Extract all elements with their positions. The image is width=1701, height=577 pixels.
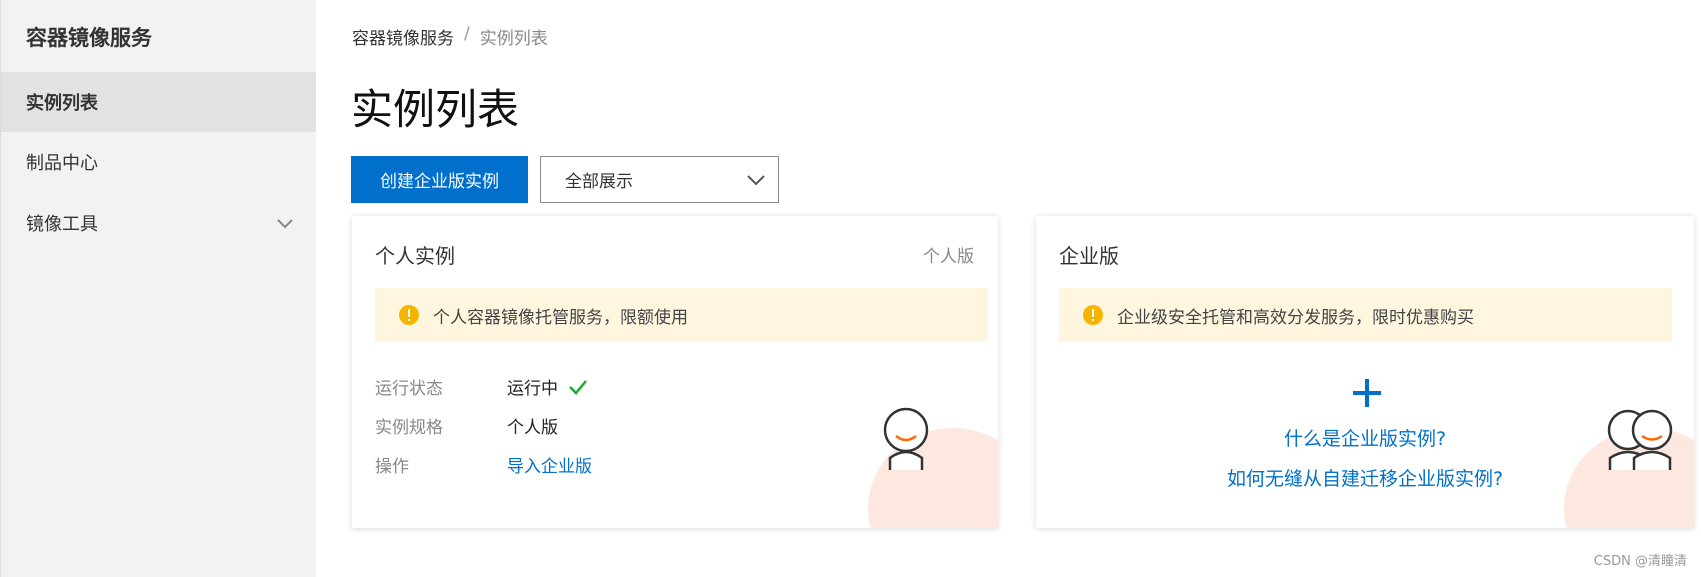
- row-label: 运行状态: [375, 379, 443, 399]
- notice-banner: 企业级安全托管和高效分发服务，限时优惠购买: [1059, 288, 1672, 342]
- team-avatar-icon: [1607, 409, 1673, 470]
- display-filter-select[interactable]: 全部展示: [540, 156, 779, 203]
- row-value-wrap: 运行中: [507, 374, 588, 399]
- breadcrumb-current: 实例列表: [479, 29, 548, 49]
- watermark: CSDN @清瞳清: [1593, 554, 1687, 569]
- card-title: 个人实例: [375, 244, 455, 268]
- main-content: 容器镜像服务 / 实例列表 实例列表 创建企业版实例 全部展示 个人实例 个人版…: [316, 0, 1701, 577]
- info-row-status: 运行状态 运行中: [375, 374, 588, 399]
- warning-icon: [399, 305, 419, 325]
- plus-icon[interactable]: [1352, 378, 1382, 408]
- notice-text: 个人容器镜像托管服务，限额使用: [433, 307, 688, 328]
- info-row-spec: 实例规格 个人版: [375, 413, 558, 438]
- import-enterprise-link[interactable]: 导入企业版: [507, 452, 592, 477]
- check-icon: [569, 379, 587, 395]
- sidebar-item-label: 制品中心: [26, 153, 98, 174]
- page-title: 实例列表: [351, 85, 520, 134]
- status-value: 运行中: [507, 379, 558, 399]
- card-title: 企业版: [1059, 244, 1119, 268]
- sidebar-item-artifact-center[interactable]: 制品中心: [1, 132, 317, 192]
- breadcrumb-separator: /: [464, 24, 470, 44]
- user-avatar-icon: [883, 407, 929, 470]
- personal-instance-card: 个人实例 个人版 个人容器镜像托管服务，限额使用 运行状态 运行中 实例规格 个…: [352, 216, 998, 528]
- create-enterprise-instance-button[interactable]: 创建企业版实例: [351, 156, 528, 203]
- sidebar-item-image-tools[interactable]: 镜像工具: [1, 193, 317, 253]
- sidebar-item-label: 镜像工具: [26, 214, 98, 235]
- notice-text: 企业级安全托管和高效分发服务，限时优惠购买: [1117, 307, 1474, 328]
- chevron-down-icon: [747, 175, 765, 186]
- sidebar-item-label: 实例列表: [26, 93, 98, 114]
- select-value: 全部展示: [565, 172, 633, 192]
- info-row-operation: 操作 导入企业版: [375, 452, 592, 477]
- edition-tag: 个人版: [923, 247, 974, 267]
- spec-value: 个人版: [507, 418, 558, 438]
- breadcrumb: 容器镜像服务 / 实例列表: [352, 24, 548, 49]
- sidebar-title: 容器镜像服务: [26, 26, 152, 50]
- row-label: 实例规格: [375, 418, 443, 438]
- chevron-down-icon[interactable]: [275, 213, 295, 233]
- notice-banner: 个人容器镜像托管服务，限额使用: [375, 288, 988, 342]
- warning-icon: [1083, 305, 1103, 325]
- enterprise-card: 企业版 企业级安全托管和高效分发服务，限时优惠购买 什么是企业版实例? 如何无缝…: [1036, 216, 1694, 528]
- create-button-label: 创建企业版实例: [380, 172, 499, 192]
- sidebar-item-instance-list[interactable]: 实例列表: [1, 72, 317, 132]
- breadcrumb-root[interactable]: 容器镜像服务: [352, 24, 454, 49]
- sidebar: 容器镜像服务 实例列表 制品中心 镜像工具: [0, 0, 317, 577]
- row-label: 操作: [375, 457, 409, 477]
